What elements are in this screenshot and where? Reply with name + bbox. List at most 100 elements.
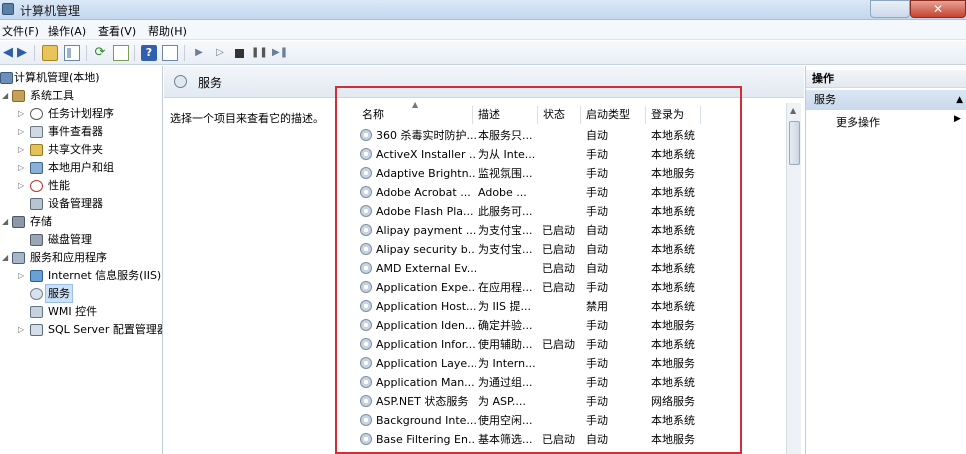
expand-icon[interactable]: ▷ [18, 123, 26, 140]
users-icon [30, 162, 43, 174]
window-title: 计算机管理 [20, 4, 81, 18]
expand-icon[interactable]: ▷ [18, 141, 26, 158]
column-header-log-on-as[interactable]: 登录为 [651, 106, 684, 124]
sql-server-icon [30, 324, 43, 336]
service-description-cell: 使用辅助... [478, 338, 533, 351]
service-description-cell: Adobe ... [478, 186, 527, 199]
column-header-startup-type[interactable]: 启动类型 [586, 106, 630, 124]
stop-service-icon[interactable] [235, 49, 244, 58]
service-name: Base Filtering En... [376, 433, 476, 446]
service-description-cell: 为 ASP.... [478, 395, 526, 408]
column-header-name[interactable]: 名称 [362, 106, 384, 124]
forward-arrow-icon[interactable]: ▶ [14, 45, 30, 61]
vertical-scrollbar[interactable]: ▲ [786, 103, 801, 454]
service-name: Application Expe... [376, 281, 476, 294]
service-gear-icon [360, 262, 372, 274]
menu-view[interactable]: 查看(V) [98, 23, 136, 39]
scrollbar-thumb[interactable] [789, 121, 800, 165]
submenu-arrow-icon[interactable]: ▶ [954, 114, 961, 124]
table-row[interactable]: Alipay security b... 为支付宝... 已启动 自动 本地系统 [358, 240, 786, 259]
column-header-status[interactable]: 状态 [543, 106, 565, 124]
toolbar-separator [34, 45, 35, 61]
menu-help[interactable]: 帮助(H) [148, 23, 187, 39]
table-row[interactable]: ASP.NET 状态服务为 ASP.... 手动 网络服务 [358, 392, 786, 411]
refresh-icon[interactable]: ⟳ [92, 45, 108, 61]
table-row[interactable]: Adobe Flash Pla... 此服务可... 手动 本地系统 [358, 202, 786, 221]
table-row[interactable]: Application Iden... 确定并验... 手动 本地服务 [358, 316, 786, 335]
service-startup-type: 自动 [586, 262, 608, 275]
start-service-icon[interactable]: ▶ [191, 45, 207, 61]
export-icon[interactable] [113, 45, 129, 61]
expand-icon[interactable]: ▷ [18, 159, 26, 176]
service-description-cell: 本服务只... [478, 129, 533, 142]
service-log-on-as: 本地系统 [651, 186, 695, 199]
menu-action[interactable]: 操作(A) [48, 23, 86, 39]
table-row[interactable]: Application Laye... 为 Intern... 手动 本地服务 [358, 354, 786, 373]
minimize-button[interactable] [870, 0, 910, 18]
table-row[interactable]: Application Man... 为通过组... 手动 本地系统 [358, 373, 786, 392]
close-button[interactable]: ✕ [910, 0, 966, 18]
service-startup-type: 自动 [586, 243, 608, 256]
table-row[interactable]: Adaptive Brightn... 监视氛围... 手动 本地服务 [358, 164, 786, 183]
table-row[interactable]: Alipay payment ... 为支付宝... 已启动 自动 本地系统 [358, 221, 786, 240]
actions-section-services[interactable]: 服务 ▲ [806, 90, 966, 110]
expand-icon[interactable]: ▷ [18, 321, 26, 338]
column-separator[interactable] [580, 106, 581, 124]
collapse-caret-icon[interactable]: ▲ [956, 90, 963, 110]
help-icon[interactable]: ? [141, 45, 157, 61]
start-alt-icon[interactable]: ▷ [212, 45, 228, 61]
iis-icon [30, 270, 43, 282]
collapse-icon[interactable]: ◢ [2, 87, 10, 104]
table-row[interactable]: AMD External Ev... 已启动 自动 本地系统 [358, 259, 786, 278]
scroll-up-icon[interactable]: ▲ [790, 106, 796, 115]
service-log-on-as: 本地服务 [651, 319, 695, 332]
service-gear-icon [360, 338, 372, 350]
service-startup-type: 自动 [586, 129, 608, 142]
table-row[interactable]: Base Filtering En... 基本筛选... 已启动 自动 本地服务 [358, 430, 786, 449]
service-startup-type: 手动 [586, 338, 608, 351]
service-gear-icon [360, 376, 372, 388]
service-log-on-as: 本地系统 [651, 243, 695, 256]
expand-icon[interactable]: ▷ [18, 267, 26, 284]
collapse-icon[interactable]: ◢ [2, 213, 10, 230]
service-log-on-as: 本地系统 [651, 281, 695, 294]
service-name: ActiveX Installer ... [376, 148, 476, 161]
expand-icon[interactable]: ▷ [18, 105, 26, 122]
service-startup-type: 手动 [586, 357, 608, 370]
column-separator[interactable] [645, 106, 646, 124]
pane-title: 服务 [198, 76, 223, 90]
properties-icon[interactable] [162, 45, 178, 61]
column-header-description[interactable]: 描述 [478, 106, 500, 124]
more-actions-item[interactable]: 更多操作 [836, 114, 880, 130]
service-log-on-as: 本地系统 [651, 338, 695, 351]
service-name: AMD External Ev... [376, 262, 476, 275]
table-row[interactable]: Background Inte... 使用空闲... 手动 本地系统 [358, 411, 786, 430]
pause-service-icon[interactable]: ❚❚ [251, 45, 268, 61]
service-gear-icon [360, 357, 372, 369]
service-gear-icon [360, 395, 372, 407]
service-startup-type: 手动 [586, 205, 608, 218]
expand-icon[interactable]: ▷ [18, 177, 26, 194]
menu-file[interactable]: 文件(F) [2, 23, 39, 39]
table-row[interactable]: Application Host... 为 IIS 提... 禁用 本地系统 [358, 297, 786, 316]
column-separator[interactable] [472, 106, 473, 124]
table-row[interactable]: Adobe Acrobat ... Adobe ... 手动 本地系统 [358, 183, 786, 202]
restart-service-icon[interactable]: ▶❚ [272, 45, 288, 61]
service-log-on-as: 本地服务 [651, 357, 695, 370]
up-folder-icon[interactable] [42, 45, 58, 61]
table-row[interactable]: Application Expe... 在应用程... 已启动 手动 本地系统 [358, 278, 786, 297]
table-row[interactable]: ActiveX Installer ... 为从 Inte... 手动 本地系统 [358, 145, 786, 164]
service-name: Alipay payment ... [376, 224, 476, 237]
service-gear-icon [360, 148, 372, 160]
disk-icon [30, 234, 43, 246]
column-separator[interactable] [537, 106, 538, 124]
collapse-icon[interactable]: ◢ [2, 249, 10, 266]
column-separator[interactable] [700, 106, 701, 124]
table-row[interactable]: 360 杀毒实时防护... 本服务只... 自动 本地系统 [358, 126, 786, 145]
show-pane-icon[interactable] [64, 45, 80, 61]
toolbar-separator [184, 45, 185, 61]
pane-header: 服务 [164, 66, 804, 98]
gear-icon [174, 75, 187, 88]
table-row[interactable]: Application Infor... 使用辅助... 已启动 手动 本地系统 [358, 335, 786, 354]
service-name: Adaptive Brightn... [376, 167, 476, 180]
